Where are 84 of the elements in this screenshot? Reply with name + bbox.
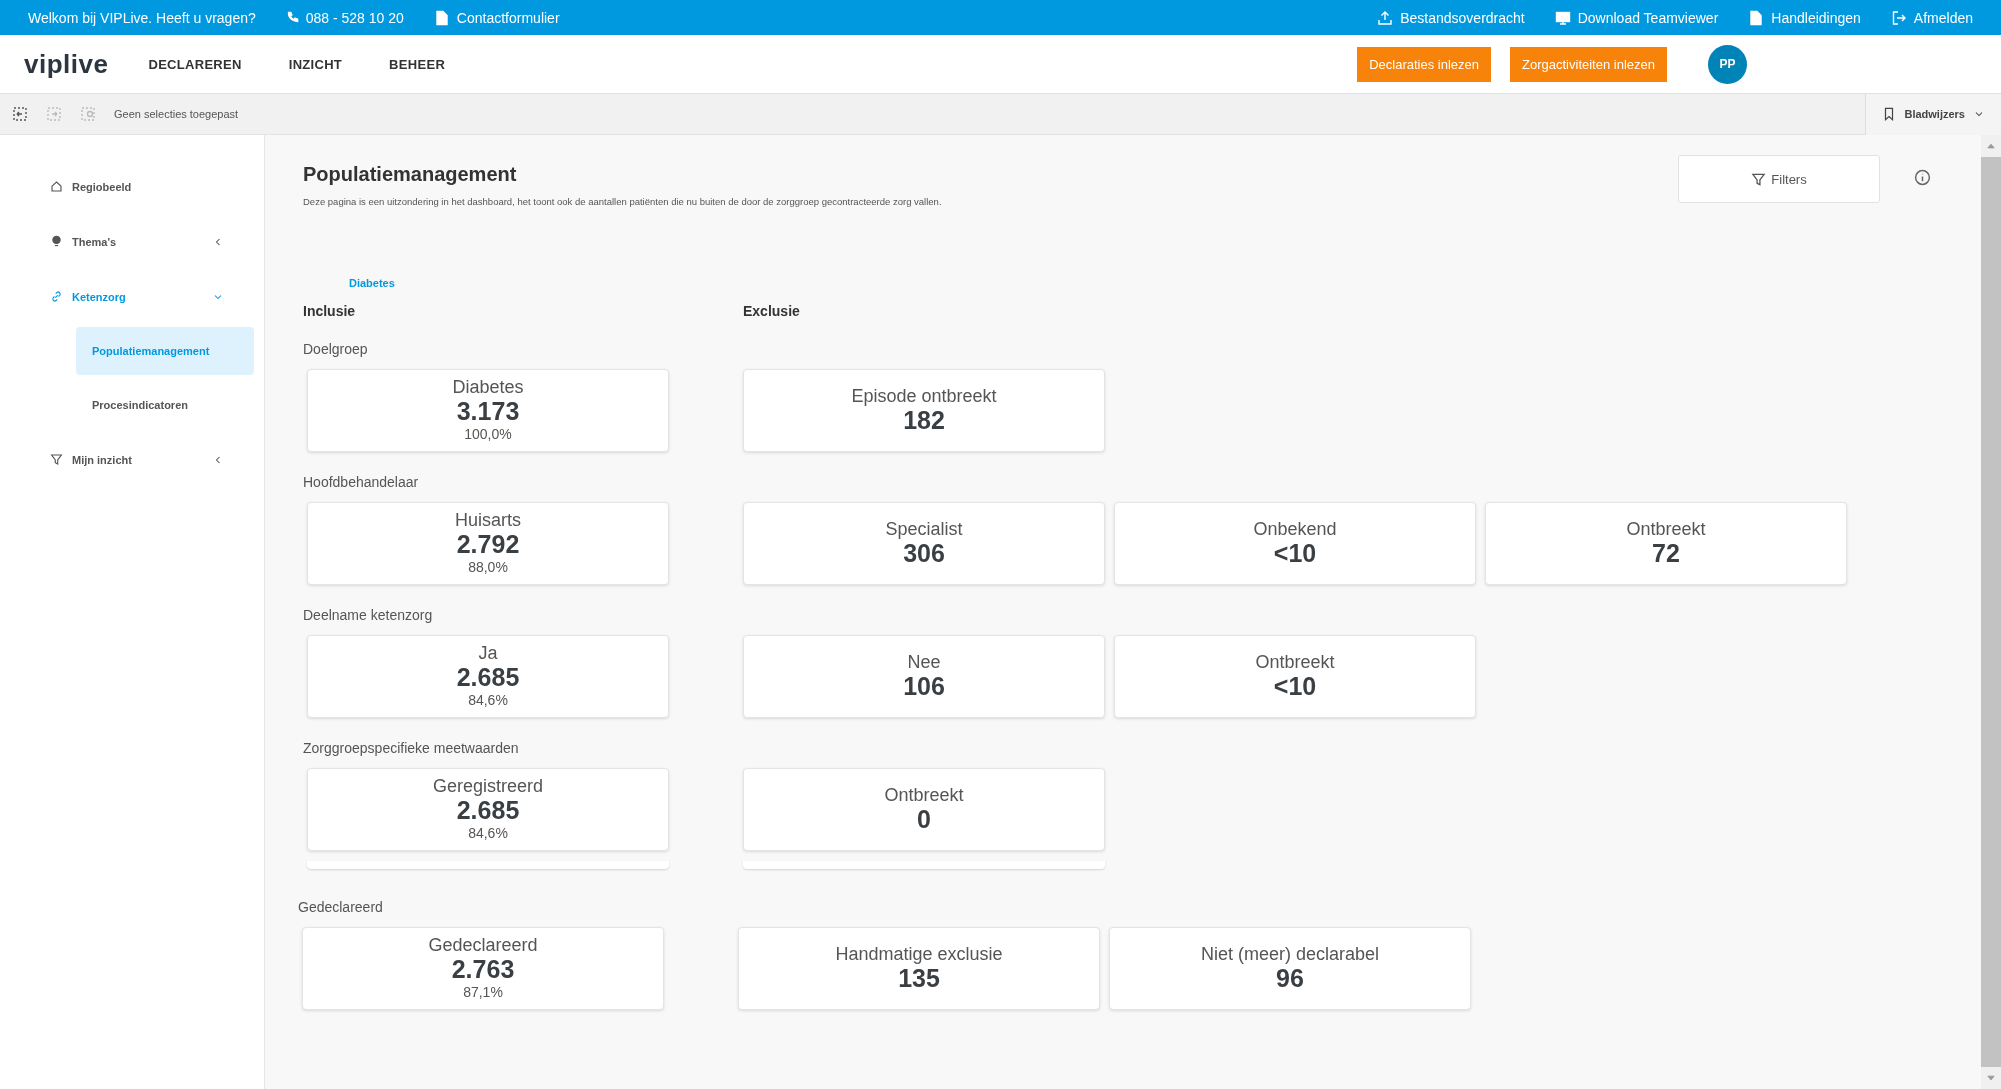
stat-percent: 100,0% <box>464 425 512 443</box>
document-icon <box>1748 9 1765 26</box>
sidebar-item[interactable]: Ketenzorg <box>10 269 254 324</box>
page-description: Deze pagina is een uitzondering in het dashboard, het toont ook de aantallen patiënten die nu buiten de door de zorggroep gecontracteerde zorg vallen. <box>303 196 943 207</box>
stat-label: Ja <box>478 644 498 665</box>
user-avatar[interactable]: PP <box>1708 44 1747 84</box>
sidebar-item[interactable]: Thema's <box>10 214 254 269</box>
import-button[interactable]: Declaraties inlezen <box>1357 46 1492 82</box>
stat-label: Diabetes <box>452 378 524 399</box>
logout-icon <box>1890 9 1907 26</box>
home-icon <box>50 180 63 193</box>
section-label: Zorggroepspecifieke meetwaarden <box>303 740 520 756</box>
stat-label: Nee <box>907 652 941 673</box>
stat-label: Onbekend <box>1253 519 1337 540</box>
stat-label: Geregistreerd <box>432 777 544 798</box>
upload-icon <box>1377 9 1394 26</box>
stat-value: 2.792 <box>456 531 520 559</box>
stat-value: 96 <box>1276 964 1304 993</box>
import-button[interactable]: Zorgactiviteiten inlezen <box>1510 46 1667 82</box>
stat-label: Episode ontbreekt <box>851 386 997 407</box>
filter-icon <box>1751 171 1767 187</box>
section-label: Doelgroep <box>303 341 369 357</box>
stat-value: 2.685 <box>456 797 520 825</box>
topbar-link[interactable]: Afmelden <box>1890 9 1973 26</box>
section-label: Gedeclareerd <box>298 899 384 915</box>
stat-value: <10 <box>1273 672 1317 701</box>
stat-value: 306 <box>903 539 945 568</box>
section-label: Deelname ketenzorg <box>303 607 434 623</box>
welcome-text: Welkom bij VIPLive. Heeft u vragen? <box>28 9 256 26</box>
sidebar-item[interactable]: Mijn inzicht <box>10 432 254 487</box>
topbar-link[interactable]: Bestandsoverdracht <box>1377 9 1525 26</box>
stat-percent: 87,1% <box>463 983 503 1001</box>
stat-label: Handmatige exclusie <box>835 944 1003 965</box>
stat-label: Specialist <box>885 519 963 540</box>
stat-value: 2.763 <box>451 956 515 984</box>
scroll-bar[interactable] <box>1981 135 2001 1089</box>
stat-value: 3.173 <box>456 398 520 426</box>
monitor-icon <box>1554 9 1571 26</box>
topbar-link[interactable]: Download Teamviewer <box>1554 9 1719 26</box>
stat-percent: 84,6% <box>468 691 508 709</box>
stat-label: Gedeclareerd <box>428 936 538 957</box>
stat-value: 182 <box>903 406 945 435</box>
stat-value: <10 <box>1273 539 1317 568</box>
sidebar-subitem[interactable]: Procesindicatoren <box>76 381 254 429</box>
topbar-link[interactable]: Handleidingen <box>1748 9 1861 26</box>
scroll-down-icon <box>1986 1073 1996 1083</box>
stat-value: 72 <box>1652 539 1680 568</box>
scroll-up-icon <box>1986 141 1996 151</box>
stat-percent: 84,6% <box>468 824 508 842</box>
stat-label: Huisarts <box>455 511 521 532</box>
stat-value: 2.685 <box>456 664 520 692</box>
section-label: Hoofdbehandelaar <box>303 474 420 490</box>
nav-link[interactable]: INZICHT <box>288 56 343 72</box>
contact-link[interactable]: Contactformulier <box>433 9 560 26</box>
filters-button[interactable]: Filters <box>1678 155 1880 203</box>
filter-icon <box>50 453 63 466</box>
clear-selection-icon <box>80 106 96 122</box>
bookmarks-button[interactable]: Bladwijzers <box>1865 93 2001 135</box>
phone-link[interactable]: 088 - 528 10 20 <box>285 9 404 26</box>
sidebar-subitem[interactable]: Populatiemanagement <box>76 327 254 375</box>
stat-label: Ontbreekt <box>884 785 964 806</box>
logo[interactable]: viplive <box>24 48 109 80</box>
selection-back-icon <box>12 106 28 122</box>
stat-label: Ontbreekt <box>1255 652 1335 673</box>
page-title: Populatiemanagement <box>303 163 518 186</box>
selection-forward-icon <box>46 106 62 122</box>
diabetes-tab[interactable]: Diabetes <box>349 277 395 289</box>
nav-link[interactable]: DECLAREREN <box>148 56 242 72</box>
stat-value: 106 <box>903 672 945 701</box>
selection-status: Geen selecties toegepast <box>114 108 239 120</box>
nav-link[interactable]: BEHEER <box>389 56 446 72</box>
stat-value: 0 <box>917 805 931 834</box>
phone-icon <box>285 11 299 24</box>
info-icon <box>1914 169 1931 186</box>
stat-label: Ontbreekt <box>1626 519 1706 540</box>
link-icon <box>50 290 63 303</box>
stat-label: Niet (meer) declarabel <box>1200 944 1380 965</box>
stat-percent: 88,0% <box>468 558 508 576</box>
column-heading: Exclusie <box>743 303 801 319</box>
document-icon <box>433 9 450 26</box>
sidebar-item[interactable]: Regiobeeld <box>10 159 254 214</box>
bulb-icon <box>50 235 63 248</box>
stat-value: 135 <box>898 964 940 993</box>
column-heading: Inclusie <box>303 303 357 319</box>
